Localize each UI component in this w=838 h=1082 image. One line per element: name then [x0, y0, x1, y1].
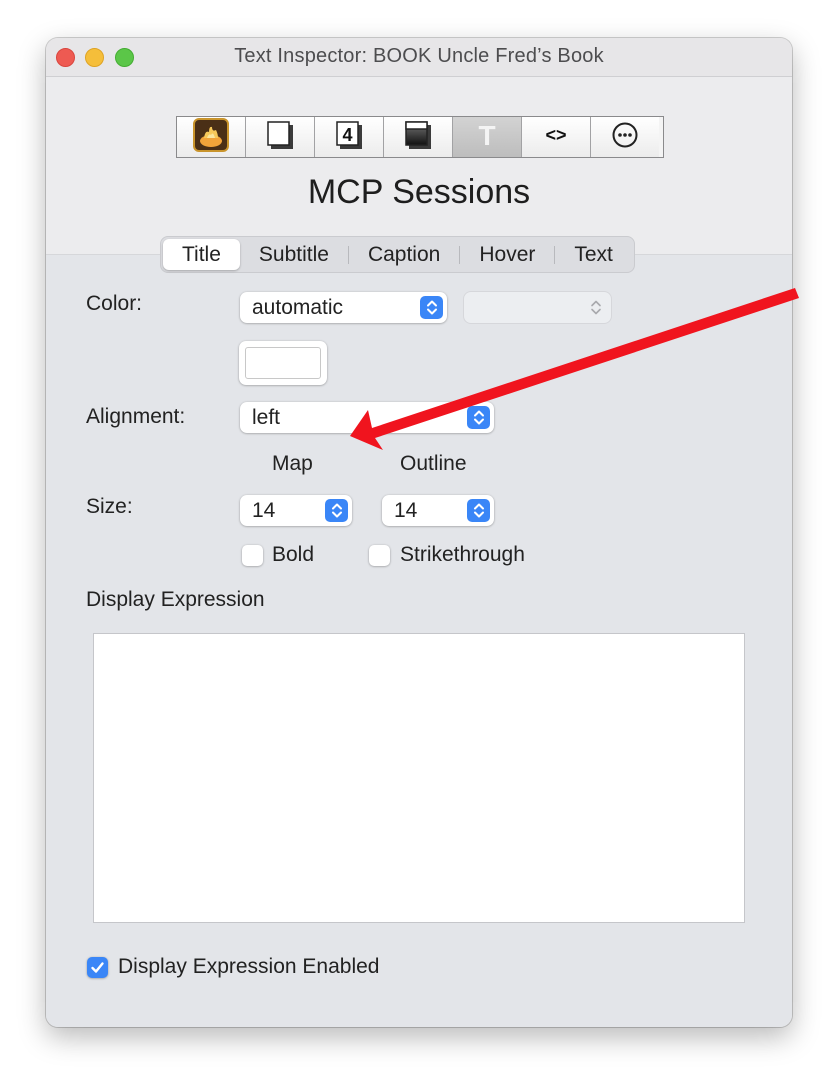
toolbar-general-button[interactable]: [177, 117, 246, 157]
alignment-label: Alignment:: [86, 405, 186, 428]
display-expression-enabled-checkbox[interactable]: [87, 957, 108, 978]
tab-title[interactable]: Title: [163, 239, 240, 270]
display-expression-enabled-label: Display Expression Enabled: [118, 955, 380, 978]
map-size-popup[interactable]: 14: [240, 495, 352, 526]
alignment-popup[interactable]: left: [240, 402, 494, 433]
popup-chevrons-icon: [584, 296, 607, 319]
popup-chevrons-icon: [467, 499, 490, 522]
toolbar-text-button[interactable]: T: [453, 117, 522, 157]
title-bar: Text Inspector: BOOK Uncle Fred’s Book: [46, 38, 792, 77]
strikethrough-checkbox[interactable]: [369, 545, 390, 566]
color-label: Color:: [86, 292, 143, 315]
map-column-label: Map: [272, 452, 313, 475]
color-secondary-popup[interactable]: [464, 292, 611, 323]
toolbar-code-button[interactable]: <>: [522, 117, 591, 157]
inspector-window: Text Inspector: BOOK Uncle Fred’s Book 4…: [46, 38, 792, 1027]
popup-chevrons-icon: [420, 296, 443, 319]
inspector-header: [46, 77, 792, 254]
toolbar-more-button[interactable]: [591, 117, 659, 157]
outline-column-label: Outline: [400, 452, 467, 475]
fire-icon: [193, 117, 229, 157]
frame-icon: [400, 118, 436, 157]
tab-caption[interactable]: Caption: [349, 239, 459, 270]
outline-size-value: 14: [394, 499, 418, 522]
tab-hover[interactable]: Hover: [460, 239, 554, 270]
color-popup[interactable]: automatic: [240, 292, 447, 323]
color-popup-value: automatic: [252, 296, 344, 319]
inspector-toolbar: 4 T <>: [176, 116, 664, 158]
svg-text:<>: <>: [545, 125, 566, 145]
checkmark-icon: [91, 962, 104, 973]
alignment-popup-value: left: [252, 406, 281, 429]
text-element-tabs: Title Subtitle Caption Hover Text: [160, 236, 635, 273]
outline-size-popup[interactable]: 14: [382, 495, 494, 526]
page-shadow-icon: [262, 118, 298, 157]
color-well[interactable]: [239, 341, 327, 385]
svg-text:4: 4: [342, 125, 352, 145]
map-size-value: 14: [252, 499, 276, 522]
tab-text[interactable]: Text: [555, 239, 632, 270]
color-swatch: [245, 347, 321, 379]
toolbar-appearance-button[interactable]: [246, 117, 315, 157]
text-t-icon: T: [469, 118, 505, 157]
display-expression-editor[interactable]: [93, 633, 745, 923]
bold-checkbox[interactable]: [242, 545, 263, 566]
size-label: Size:: [86, 495, 133, 518]
toolbar-border-button[interactable]: [384, 117, 453, 157]
svg-text:T: T: [478, 120, 495, 151]
number-badge-icon: 4: [331, 118, 367, 157]
ellipsis-circle-icon: [607, 118, 643, 157]
tab-subtitle[interactable]: Subtitle: [240, 239, 348, 270]
window-title: Text Inspector: BOOK Uncle Fred’s Book: [234, 45, 604, 67]
bold-label: Bold: [272, 543, 315, 566]
popup-chevrons-icon: [325, 499, 348, 522]
angle-brackets-icon: <>: [538, 118, 574, 157]
toolbar-badge-button[interactable]: 4: [315, 117, 384, 157]
popup-chevrons-icon: [467, 406, 490, 429]
object-name-heading: MCP Sessions: [307, 173, 531, 211]
display-expression-label: Display Expression: [86, 588, 265, 611]
strikethrough-label: Strikethrough: [400, 543, 525, 566]
